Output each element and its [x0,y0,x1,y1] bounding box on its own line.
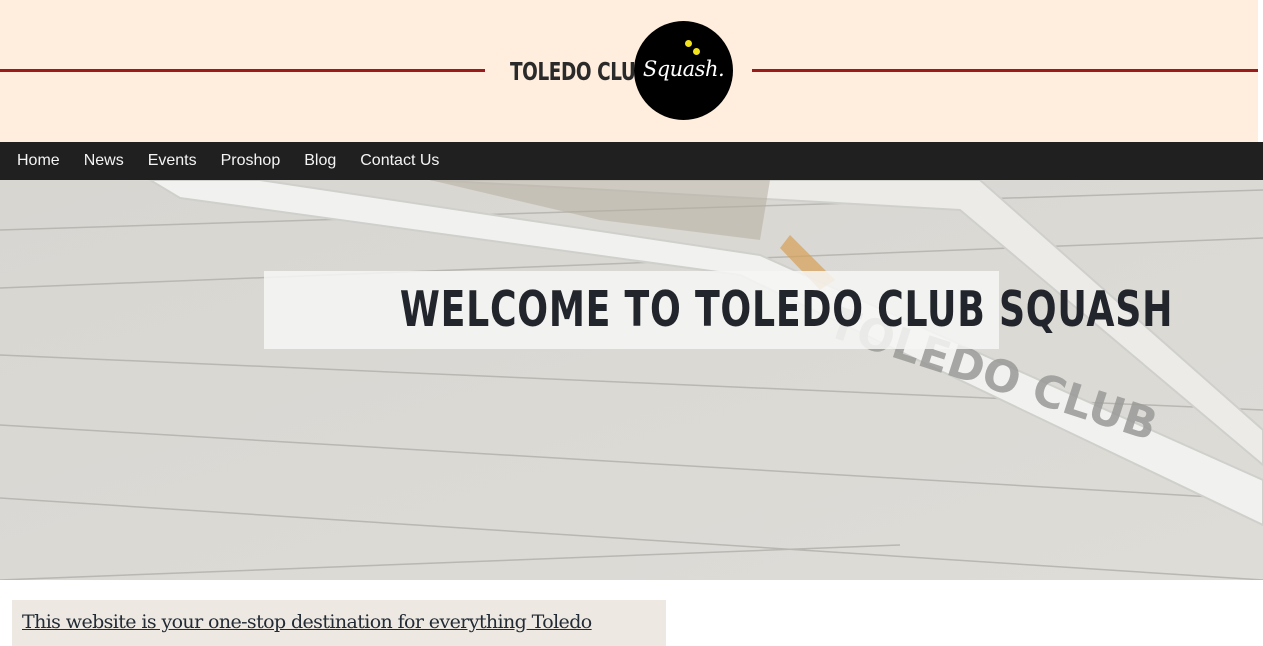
hero-title: WELCOME TO TOLEDO CLUB SQUASH [399,281,1174,338]
nav-item-blog[interactable]: Blog [304,152,336,170]
brand-text[interactable]: TOLEDO CLUB [510,54,650,90]
nav-item-news[interactable]: News [84,152,124,170]
nav-item-contact-us[interactable]: Contact Us [360,152,439,170]
site-header: TOLEDO CLUB Squash. [0,0,1258,142]
hero-racket-image: TOLEDO CLUB [0,180,1263,580]
squash-ball-icon [685,40,692,47]
squash-ball-icon [693,48,700,55]
main-nav: Home News Events Proshop Blog Contact Us [0,142,1263,180]
hero-section: TOLEDO CLUB WELCOME TO TOLEDO CLUB SQUAS… [0,180,1263,580]
nav-item-proshop[interactable]: Proshop [221,152,281,170]
nav-item-events[interactable]: Events [148,152,197,170]
squash-logo[interactable]: Squash. [634,21,733,120]
header-rule-left [0,69,485,72]
logo-script-text: Squash. [642,57,725,81]
intro-callout: This website is your one-stop destinatio… [12,600,666,646]
header-rule-right [752,69,1258,72]
hero-title-banner: WELCOME TO TOLEDO CLUB SQUASH [264,271,1174,349]
nav-item-home[interactable]: Home [17,152,60,170]
intro-link[interactable]: This website is your one-stop destinatio… [22,611,592,633]
